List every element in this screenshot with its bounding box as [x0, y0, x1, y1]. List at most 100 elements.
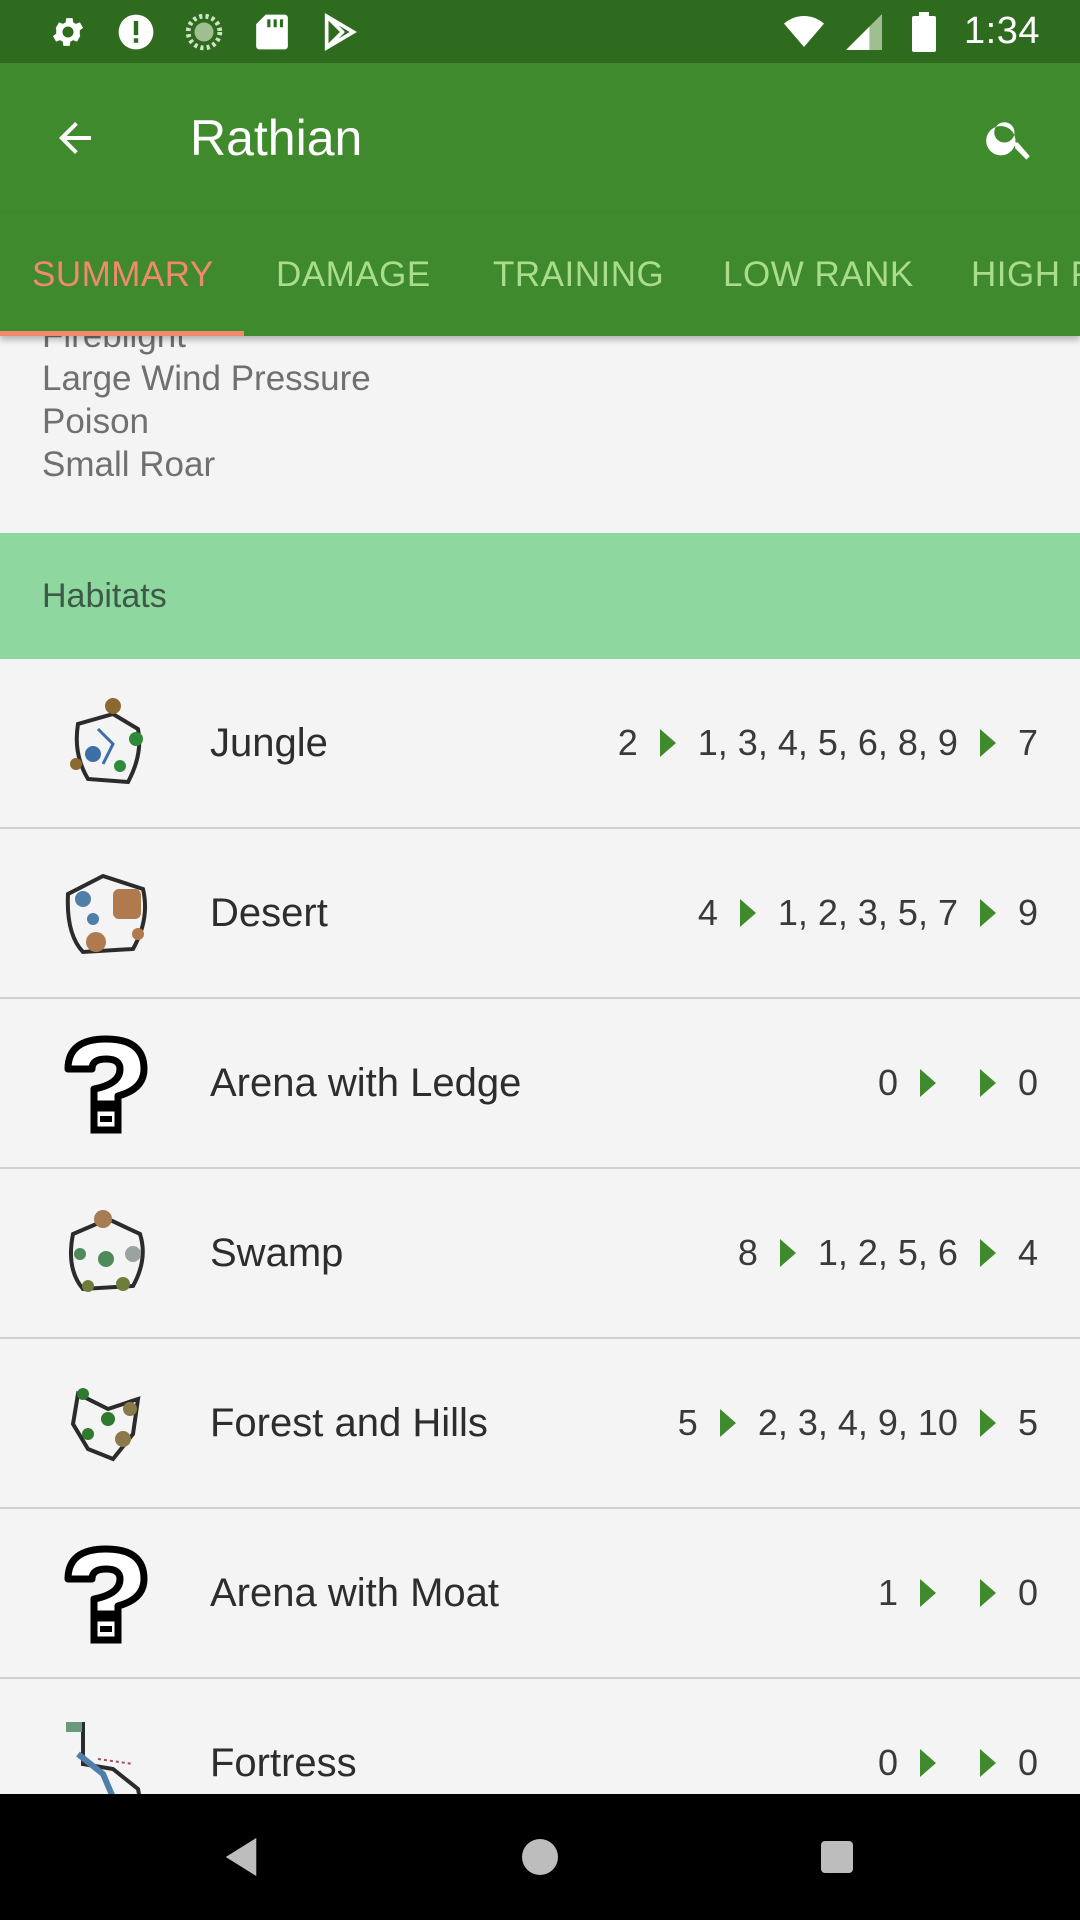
nav-home-icon — [522, 1839, 558, 1875]
nav-recents-icon — [821, 1841, 853, 1873]
habitat-row-arena-ledge[interactable]: Arena with Ledge 0 0 — [0, 999, 1080, 1169]
tab-summary[interactable]: SUMMARY — [32, 213, 214, 336]
swamp-map-icon — [69, 1210, 145, 1292]
settings-icon — [48, 12, 88, 52]
arrow-right-icon — [739, 899, 756, 927]
habitat-zones: 8 1, 2, 5, 6 4 — [738, 1232, 1038, 1274]
start-area: 0 — [877, 1742, 898, 1783]
status-bar: 1:34 — [0, 0, 1080, 63]
start-area: 4 — [697, 892, 718, 933]
rest-area: 0 — [1017, 1062, 1038, 1103]
habitat-zones: 0 0 — [878, 1062, 1038, 1104]
habitat-name: Jungle — [210, 720, 328, 765]
rest-area: 7 — [1017, 722, 1038, 763]
nav-home-button[interactable] — [465, 1794, 615, 1920]
nav-back-button[interactable] — [166, 1794, 316, 1920]
jungle-map-icon — [70, 698, 143, 785]
arrow-right-icon — [719, 1409, 736, 1437]
search-button[interactable] — [940, 63, 1080, 213]
habitat-name: Arena with Ledge — [210, 1060, 522, 1105]
start-area: 5 — [677, 1402, 698, 1443]
status-right-icons: 1:34 — [784, 10, 1040, 53]
unknown-map-icon — [64, 1545, 148, 1644]
arrow-right-icon — [779, 1239, 796, 1267]
arrow-right-icon — [919, 1069, 936, 1097]
play-store-icon — [320, 12, 360, 52]
section-title: Habitats — [42, 576, 167, 615]
habitat-name: Desert — [210, 890, 328, 935]
rest-area: 9 — [1017, 892, 1038, 933]
page-title: Rathian — [190, 110, 363, 166]
rest-area: 0 — [1017, 1572, 1038, 1613]
unknown-map-icon — [64, 1035, 148, 1134]
habitat-zones: 5 2, 3, 4, 9, 10 5 — [678, 1402, 1038, 1444]
habitat-row-swamp[interactable]: Swamp 8 1, 2, 5, 6 4 — [0, 1169, 1080, 1339]
tab-training[interactable]: TRAINING — [493, 213, 664, 336]
app-toolbar: Rathian — [0, 63, 1080, 213]
tab-low-rank[interactable]: LOW RANK — [723, 213, 914, 336]
habitat-zones: 1 0 — [878, 1572, 1038, 1614]
ailment-item: Fireblight — [42, 336, 371, 357]
habitat-list: Jungle 2 1, 3, 4, 5, 6, 8, 9 7 Desert 4 … — [0, 659, 1080, 1794]
tab-high-rank[interactable]: HIGH RANK — [971, 213, 1080, 336]
tab-bar: SUMMARY DAMAGE TRAINING LOW RANK HIGH RA… — [0, 213, 1080, 336]
desert-map-icon — [65, 873, 147, 955]
rest-area: 5 — [1017, 1402, 1038, 1443]
arrow-right-icon — [919, 1749, 936, 1777]
move-areas: 2, 3, 4, 9, 10 — [757, 1402, 958, 1443]
rest-area: 0 — [1017, 1742, 1038, 1783]
arrow-right-icon — [979, 1749, 996, 1777]
arrow-right-icon — [659, 729, 676, 757]
habitat-name: Swamp — [210, 1230, 344, 1275]
wifi-icon — [784, 12, 825, 52]
arrow-right-icon — [979, 1069, 996, 1097]
status-time: 1:34 — [964, 10, 1040, 52]
loading-icon — [184, 12, 224, 52]
habitat-zones: 0 0 — [878, 1742, 1038, 1784]
battery-icon — [904, 11, 944, 52]
habitat-row-forest-hills[interactable]: Forest and Hills 5 2, 3, 4, 9, 10 5 — [0, 1339, 1080, 1509]
status-left-icons — [48, 12, 360, 52]
move-areas: 1, 2, 3, 5, 7 — [777, 892, 958, 933]
back-arrow-icon — [59, 122, 91, 154]
tab-indicator — [0, 331, 244, 336]
habitat-row-desert[interactable]: Desert 4 1, 2, 3, 5, 7 9 — [0, 829, 1080, 999]
habitat-zones: 2 1, 3, 4, 5, 6, 8, 9 7 — [618, 722, 1038, 764]
habitat-zones: 4 1, 2, 3, 5, 7 9 — [698, 892, 1038, 934]
system-nav-bar — [0, 1794, 1080, 1920]
arrow-right-icon — [979, 899, 996, 927]
sd-card-icon — [252, 12, 292, 52]
back-button[interactable] — [0, 63, 150, 213]
arrow-right-icon — [979, 729, 996, 757]
rest-area: 4 — [1017, 1232, 1038, 1273]
habitats-header: Habitats — [0, 533, 1080, 659]
ailment-item: Poison — [42, 402, 150, 441]
nav-recents-button[interactable] — [762, 1794, 912, 1920]
habitat-row-arena-moat[interactable]: Arena with Moat 1 0 — [0, 1509, 1080, 1679]
habitat-row-jungle[interactable]: Jungle 2 1, 3, 4, 5, 6, 8, 9 7 — [0, 659, 1080, 829]
move-areas: 1, 3, 4, 5, 6, 8, 9 — [697, 722, 958, 763]
nav-back-icon — [225, 1837, 257, 1877]
tab-damage[interactable]: DAMAGE — [276, 213, 431, 336]
signal-icon — [844, 12, 884, 52]
search-icon — [986, 122, 1030, 160]
ailments-list: Fireblight Large Wind Pressure Poison Sm… — [42, 336, 371, 486]
move-areas: 1, 2, 5, 6 — [817, 1232, 958, 1273]
start-area: 0 — [877, 1062, 898, 1103]
ailment-item: Large Wind Pressure — [42, 359, 371, 398]
start-area: 2 — [617, 722, 638, 763]
arrow-right-icon — [979, 1579, 996, 1607]
habitat-row-fortress[interactable]: Fortress 0 0 — [0, 1679, 1080, 1794]
habitat-name: Fortress — [210, 1740, 357, 1785]
ailment-item: Small Roar — [42, 445, 216, 484]
arrow-right-icon — [979, 1409, 996, 1437]
arrow-right-icon — [979, 1239, 996, 1267]
alert-icon — [116, 12, 156, 52]
content-scroll[interactable]: Fireblight Large Wind Pressure Poison Sm… — [0, 336, 1080, 1794]
arrow-right-icon — [919, 1579, 936, 1607]
habitat-name: Forest and Hills — [210, 1400, 488, 1445]
habitat-name: Arena with Moat — [210, 1570, 500, 1615]
app-root: 1:34 Rathian SUMMARY DAMAGE TRAINING LOW… — [0, 0, 1080, 1920]
start-area: 1 — [877, 1572, 898, 1613]
forest-map-icon — [70, 1388, 141, 1462]
